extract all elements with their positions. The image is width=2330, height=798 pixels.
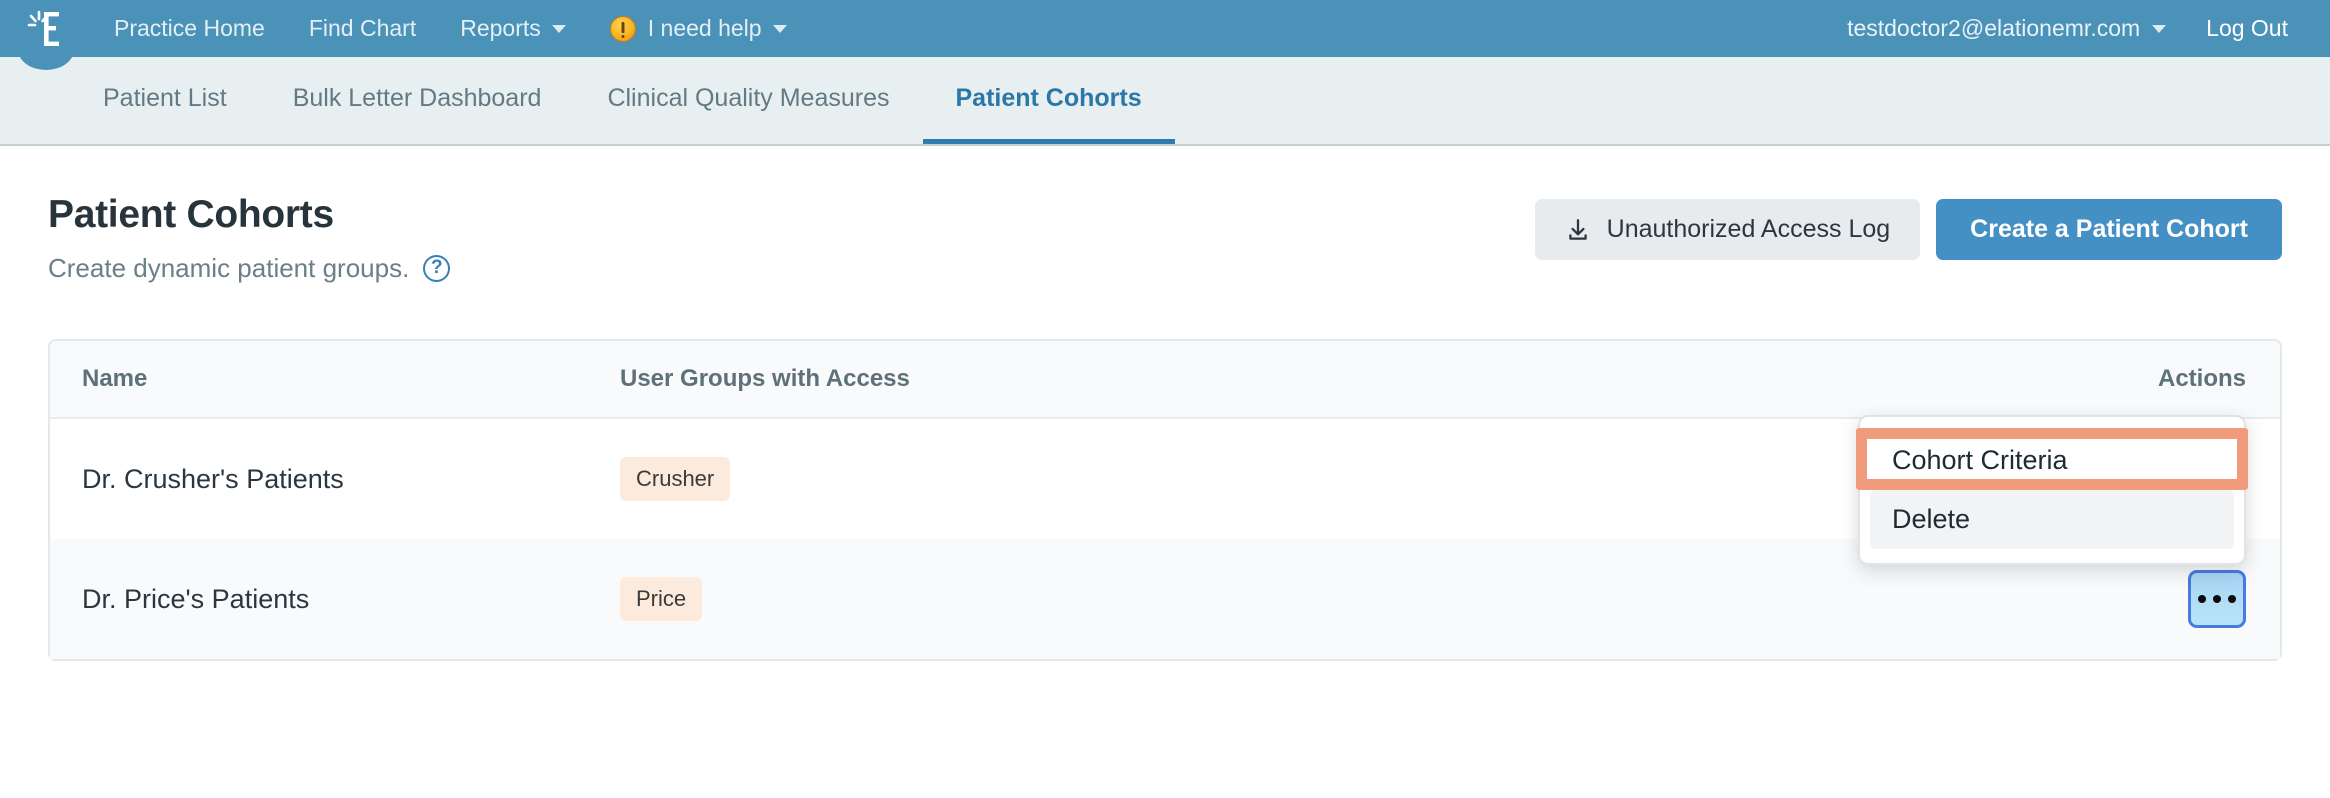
warning-icon	[609, 15, 636, 42]
tab-clinical-quality-measures[interactable]: Clinical Quality Measures	[574, 57, 922, 144]
logout-link[interactable]: Log Out	[2186, 0, 2308, 57]
user-group-badge: Crusher	[620, 457, 731, 501]
top-navigation-bar: Practice Home Find Chart Reports I need …	[0, 0, 2330, 70]
tab-bulk-letter-dashboard-label: Bulk Letter Dashboard	[292, 83, 542, 112]
account-menu[interactable]: testdoctor2@elationemr.com	[1827, 0, 2186, 57]
top-nav-right: testdoctor2@elationemr.com Log Out	[1827, 0, 2330, 57]
cohort-name: Dr. Crusher's Patients	[82, 463, 344, 494]
tab-patient-list[interactable]: Patient List	[70, 57, 260, 144]
table-header-row: Name User Groups with Access Actions	[50, 341, 2280, 419]
column-header-actions: Actions	[2157, 365, 2246, 392]
create-patient-cohort-label: Create a Patient Cohort	[1970, 215, 2248, 243]
tab-patient-cohorts-label: Patient Cohorts	[955, 83, 1142, 112]
secondary-navigation: Patient List Bulk Letter Dashboard Clini…	[0, 57, 2330, 146]
dropdown-item-wrapper: Cohort Criteria	[1856, 428, 2248, 490]
row-actions-kebab-button[interactable]	[2188, 570, 2246, 628]
cohort-name: Dr. Price's Patients	[82, 583, 310, 614]
nav-find-chart-label: Find Chart	[308, 15, 417, 41]
nav-practice-home-label: Practice Home	[114, 15, 265, 41]
user-group-badge: Price	[620, 577, 703, 621]
page-title: Patient Cohorts	[48, 193, 334, 236]
unauthorized-access-log-button[interactable]: Unauthorized Access Log	[1534, 199, 1921, 260]
column-header-name: Name	[82, 365, 148, 392]
tab-patient-cohorts[interactable]: Patient Cohorts	[922, 57, 1175, 144]
nav-i-need-help[interactable]: I need help	[588, 0, 809, 57]
page-header-text: Patient Cohorts Create dynamic patient g…	[48, 193, 1535, 284]
page-subtitle: Create dynamic patient groups.	[48, 253, 410, 283]
download-icon	[1568, 218, 1587, 240]
dropdown-item-delete[interactable]: Delete	[1870, 490, 2234, 549]
logout-label: Log Out	[2206, 15, 2288, 41]
create-patient-cohort-button[interactable]: Create a Patient Cohort	[1936, 199, 2282, 260]
nav-i-need-help-label: I need help	[647, 15, 762, 41]
cohort-groups-cell: Price	[610, 577, 1960, 621]
nav-practice-home[interactable]: Practice Home	[92, 0, 287, 57]
kebab-dot	[2228, 595, 2236, 603]
nav-find-chart[interactable]: Find Chart	[287, 0, 438, 57]
page-subtitle-row: Create dynamic patient groups. ?	[48, 253, 1535, 284]
nav-reports-label: Reports	[460, 15, 541, 41]
kebab-dot	[2213, 595, 2221, 603]
tab-clinical-quality-measures-label: Clinical Quality Measures	[607, 83, 890, 112]
dropdown-item-cohort-criteria[interactable]: Cohort Criteria	[1870, 431, 2234, 490]
page-header-actions: Unauthorized Access Log Create a Patient…	[1534, 193, 2282, 260]
row-actions-cell	[1960, 570, 2280, 628]
top-nav-links: Practice Home Find Chart Reports I need …	[92, 0, 1827, 57]
main-content: Patient Cohorts Create dynamic patient g…	[0, 146, 2330, 661]
table-row: Dr. Price's Patients Price Cohort Criter…	[50, 415, 2280, 659]
page-header: Patient Cohorts Create dynamic patient g…	[48, 146, 2282, 284]
cohort-groups-cell: Crusher	[610, 457, 1960, 501]
unauthorized-access-log-label: Unauthorized Access Log	[1606, 215, 1891, 243]
row-actions-dropdown-menu: Cohort Criteria Delete	[1856, 415, 2248, 565]
help-circle-icon[interactable]: ?	[423, 255, 451, 282]
tab-patient-list-label: Patient List	[103, 83, 227, 112]
column-header-groups: User Groups with Access	[620, 365, 910, 392]
nav-reports[interactable]: Reports	[438, 0, 588, 57]
tab-bulk-letter-dashboard[interactable]: Bulk Letter Dashboard	[260, 57, 575, 144]
account-email-label: testdoctor2@elationemr.com	[1847, 15, 2141, 41]
elation-e-icon	[27, 10, 59, 46]
patient-cohorts-table: Name User Groups with Access Actions Dr.…	[48, 339, 2282, 661]
elation-logo[interactable]	[0, 0, 92, 70]
kebab-dot	[2198, 595, 2206, 603]
